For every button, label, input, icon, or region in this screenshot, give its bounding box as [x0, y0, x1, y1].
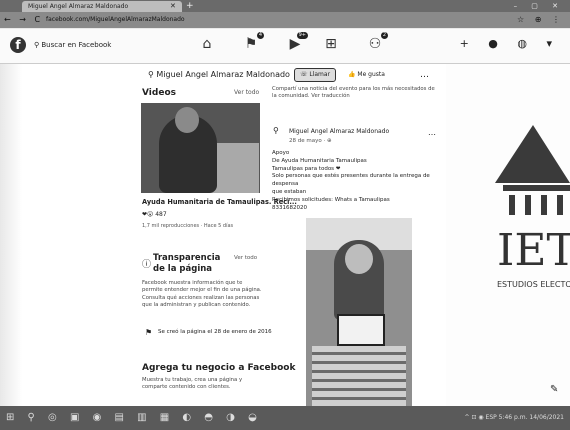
url-field[interactable]: facebook.com/MiguelAngelAlmarazMaldonado — [46, 14, 476, 26]
home-icon[interactable]: ⌂ — [196, 34, 218, 54]
call-button-label: Llamar — [309, 71, 331, 78]
post-author[interactable]: Miguel Angel Almaraz Maldonado — [289, 128, 389, 135]
photo-person-head — [345, 244, 373, 274]
post-options-icon[interactable]: … — [428, 128, 436, 137]
navigation-buttons[interactable]: ← → C — [4, 13, 43, 27]
notification-badge: 2 — [380, 32, 388, 39]
close-tab-icon[interactable]: ✕ — [170, 1, 176, 11]
address-bar-actions[interactable]: ☆ ⊕ ⋮ — [517, 13, 564, 27]
previous-post-text: Compartí una noticia del evento para los… — [272, 86, 435, 99]
video-views: 1,7 mil reproducciones · Hace 5 días — [142, 223, 234, 229]
post-line: que estaban — [272, 188, 307, 195]
logo-letters: IET — [497, 225, 570, 276]
post-body: Apoyo De Ayuda Humanitaria Tamaulipas Ta… — [272, 150, 447, 212]
post-line: 8331682020 — [272, 204, 307, 211]
notification-badge: 4 — [256, 32, 264, 39]
iet-logo: IET ESTUDIOS ELECTO — [495, 125, 570, 289]
like-button-label: Me gusta — [357, 71, 385, 78]
photo-sign — [337, 314, 385, 346]
video-person-head — [175, 107, 199, 133]
facebook-logo[interactable]: f — [10, 37, 26, 53]
post-line: Recibimos solicitudes: Whats a Tamaulipa… — [272, 196, 390, 203]
logo-roof — [495, 125, 570, 183]
groups-icon[interactable]: ⚇ 2 — [364, 32, 388, 54]
marketplace-icon[interactable]: ⊞ — [320, 34, 342, 54]
flag-glyph: ⚑ — [244, 36, 258, 52]
new-message-icon[interactable]: ✎ — [550, 384, 558, 395]
flag-small-icon: ⚑ — [145, 328, 153, 337]
page-title[interactable]: ⚲ Miguel Angel Almaraz Maldonado — [148, 70, 290, 79]
scan-edge — [0, 64, 22, 406]
page-created-date: Se creó la página el 28 de enero de 2016 — [158, 329, 272, 335]
transparency-see-all-link[interactable]: Ver todo — [234, 255, 257, 261]
logo-subtitle: ESTUDIOS ELECTO — [497, 280, 570, 289]
marketplace-glyph: ⊞ — [325, 36, 337, 52]
photo-boxes — [312, 346, 406, 406]
new-tab-button[interactable]: + — [186, 0, 194, 12]
call-button[interactable]: ☏ Llamar — [294, 68, 336, 82]
post-line: Apoyo — [272, 150, 290, 156]
notification-badge: 9+ — [296, 32, 308, 39]
flag-icon[interactable]: ⚑ 4 — [240, 32, 264, 54]
more-options-icon[interactable]: … — [420, 69, 429, 81]
search-input[interactable]: ⚲ Buscar en Facebook — [34, 38, 144, 52]
logo-beam — [503, 185, 570, 191]
post-photo[interactable] — [306, 218, 412, 406]
info-icon: ⓘ — [142, 260, 152, 270]
page-title-text: Miguel Angel Almaraz Maldonado — [156, 70, 290, 79]
add-business-heading[interactable]: Agrega tu negocio a Facebook — [142, 363, 295, 373]
post-line: Solo personas que estés presentes durant… — [272, 173, 430, 188]
post-date[interactable]: 28 de mayo · ⊕ — [289, 138, 332, 144]
phone-icon: ☏ — [299, 71, 310, 78]
taskbar-icons[interactable]: ⊞ ⚲ ◎ ▣ ◉ ▤ ▥ ▦ ◐ ◓ ◑ ◒ — [6, 408, 262, 428]
home-glyph: ⌂ — [202, 36, 212, 52]
system-tray[interactable]: ^ ⊡ ◉ ESP 5:46 p.m. 14/06/2021 — [465, 408, 564, 428]
browser-tab[interactable]: Miguel Angel Almaraz Maldonado — [22, 1, 182, 12]
like-button[interactable]: 👍 Me gusta — [348, 69, 385, 81]
videos-see-all-link[interactable]: Ver todo — [234, 89, 259, 96]
transparency-description: Facebook muestra información que te perm… — [142, 280, 262, 309]
video-reactions[interactable]: ❤😮 487 — [142, 211, 167, 218]
reactions-icon: ❤😮 — [142, 211, 156, 218]
post-avatar-icon[interactable]: ⚲ — [273, 126, 279, 135]
reactions-count: 487 — [155, 211, 167, 218]
search-placeholder: Buscar en Facebook — [41, 41, 112, 49]
groups-glyph: ⚇ — [368, 36, 382, 52]
window-controls[interactable]: – ▢ ✕ — [514, 0, 564, 12]
videos-heading: Videos — [142, 88, 176, 98]
post-line: De Ayuda Humanitaria Tamaulipas — [272, 157, 367, 164]
watch-icon[interactable]: ▶ 9+ — [284, 32, 308, 54]
like-icon: 👍 — [348, 71, 358, 78]
add-business-description: Muestra tu trabajo, crea una página y co… — [142, 377, 243, 391]
account-menu-icons[interactable]: + ● ◍ ▾ — [460, 36, 560, 52]
video-thumbnail[interactable] — [141, 103, 260, 193]
transparency-heading: Transparencia de la página — [153, 253, 221, 274]
